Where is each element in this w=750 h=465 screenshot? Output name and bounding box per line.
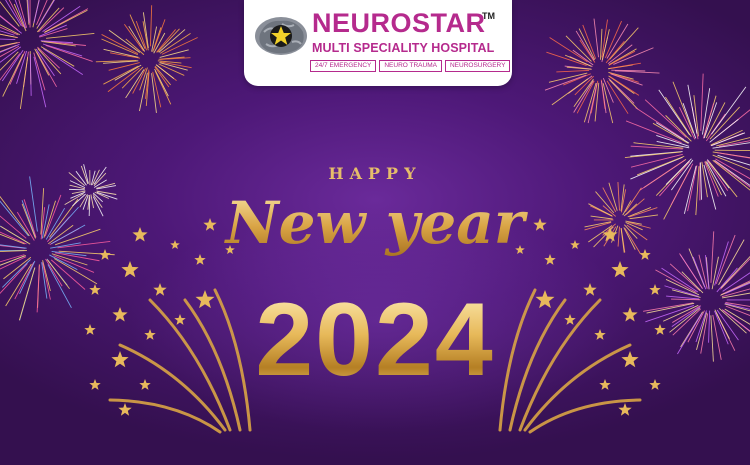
firework-spark [42,43,83,57]
firework-spark [601,19,608,58]
star-icon [121,261,139,278]
firework-spark [103,48,139,58]
firework-spark [546,51,587,66]
firework-spark [610,73,643,86]
star-icon [118,403,132,416]
firework-spark [549,37,588,63]
firework-spark [46,32,95,39]
new-year-text: New year [0,188,750,258]
service-tags: 24/7 EMERGENCY NEURO TRAUMA NEUROSURGERY [310,60,511,72]
firework-spark [1,259,31,288]
brand-name: NEUROSTAR [312,8,486,38]
firework-spark [573,80,594,113]
firework-spark [101,34,139,55]
firework-spark [606,23,629,59]
firework-spark [149,5,153,47]
firework-spark [36,7,60,33]
firework-spark [39,28,68,38]
brand-subtitle: MULTI SPECIALITY HOSPITAL [312,41,495,55]
firework-spark [565,35,592,62]
firework-spark [578,28,596,60]
firework-spark [0,38,16,40]
greeting-banner: NEUROSTAR TM MULTI SPECIALITY HOSPITAL 2… [0,0,750,465]
firework-spark [609,72,639,83]
firework-spark [33,0,40,24]
tag-neuro-trauma: NEURO TRAUMA [379,60,442,72]
firework-spark [125,69,145,99]
year-text: 2024 [0,285,750,395]
firework-spark [609,79,638,110]
brain-star-logo-icon [255,17,307,55]
firework-spark [703,102,718,139]
tag-neurosurgery: NEUROSURGERY [444,60,511,72]
tag-emergency: 24/7 EMERGENCY [310,60,377,72]
trademark: TM [482,11,495,21]
star-icon [611,261,629,278]
hospital-logo-card: NEUROSTAR TM MULTI SPECIALITY HOSPITAL 2… [244,0,512,86]
star-icon [618,403,632,416]
firework-spark [0,44,17,53]
firework-spark [635,107,685,140]
firework-spark [29,53,32,96]
firework-spark [644,99,687,138]
firework-spark [544,74,587,91]
firework-spark [700,73,704,131]
firework-spark [604,20,622,58]
firework-spark [600,28,603,60]
firework-spark [19,57,29,109]
firework-spark [0,256,27,270]
firework-spark [108,62,140,71]
firework-spark [714,149,750,152]
firework-spark [609,27,639,60]
firework-spark [37,0,55,27]
firework-spark [556,70,590,73]
firework-spark [158,29,186,53]
firework-spark [593,18,599,58]
happy-text: HAPPY [328,164,422,183]
firework-spark [123,23,144,52]
firework-spark [0,24,20,36]
